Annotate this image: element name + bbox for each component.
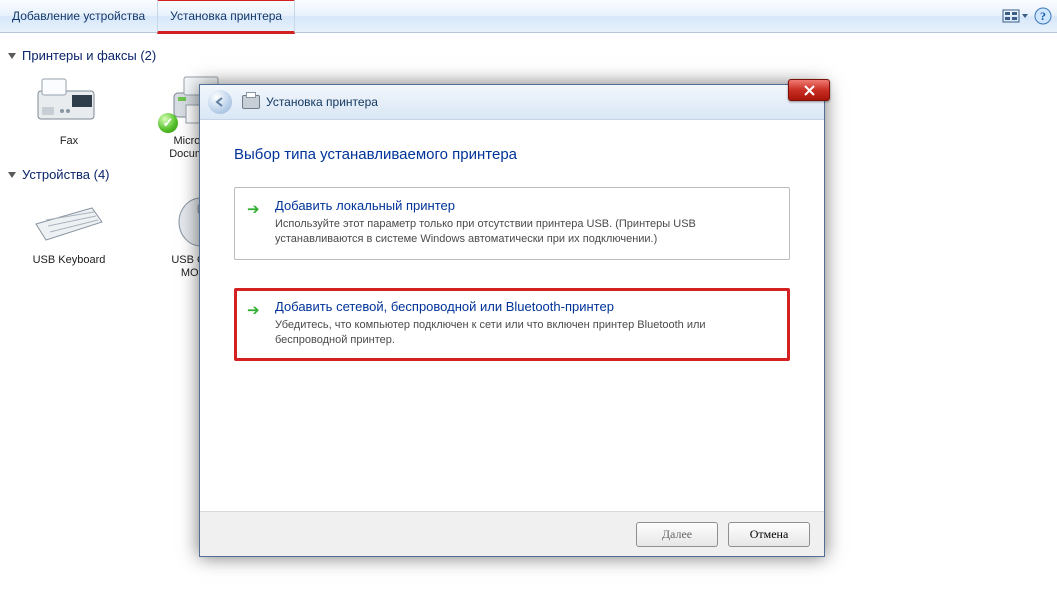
option-local-printer[interactable]: ➔ Добавить локальный принтер Используйте…: [234, 187, 790, 260]
help-button[interactable]: ?: [1029, 0, 1057, 32]
keyboard-icon: [32, 190, 106, 248]
group-title: Принтеры и факсы (2): [22, 48, 156, 63]
collapse-icon: [8, 172, 16, 178]
view-options-button[interactable]: [1001, 0, 1029, 32]
arrow-left-icon: [214, 96, 226, 108]
collapse-icon: [8, 53, 16, 59]
dialog-footer: Далее Отмена: [200, 511, 824, 556]
cancel-button[interactable]: Отмена: [728, 522, 810, 547]
group-title: Устройства (4): [22, 167, 110, 182]
printer-icon: [242, 95, 260, 109]
option-title: Добавить сетевой, беспроводной или Bluet…: [275, 299, 775, 314]
chevron-down-icon: [1022, 14, 1028, 18]
dialog-header: Установка принтера: [200, 85, 824, 120]
option-desc: Убедитесь, что компьютер подключен к сет…: [275, 318, 775, 348]
arrow-right-icon: ➔: [247, 200, 260, 218]
group-header[interactable]: Принтеры и факсы (2): [8, 48, 1043, 63]
close-icon: [804, 85, 815, 96]
arrow-right-icon: ➔: [247, 301, 260, 319]
add-printer-wizard: Установка принтера Выбор типа устанавлив…: [199, 84, 825, 557]
device-fax[interactable]: Fax: [20, 71, 118, 161]
view-icon: [1003, 10, 1019, 22]
default-check-icon: ✓: [158, 113, 178, 133]
cmd-add-device[interactable]: Добавление устройства: [0, 0, 157, 32]
device-label: Fax: [20, 135, 118, 148]
device-label: USB Keyboard: [20, 254, 118, 267]
next-button: Далее: [636, 522, 718, 547]
dialog-heading: Выбор типа устанавливаемого принтера: [234, 146, 790, 163]
device-keyboard[interactable]: USB Keyboard: [20, 190, 118, 280]
help-icon: ?: [1034, 7, 1052, 25]
close-button[interactable]: [788, 79, 830, 101]
fax-icon: [32, 71, 106, 129]
option-title: Добавить локальный принтер: [275, 198, 775, 213]
svg-text:?: ?: [1040, 9, 1046, 23]
cmd-add-printer[interactable]: Установка принтера: [157, 0, 295, 34]
dialog-title: Установка принтера: [242, 95, 378, 109]
dialog-body: Выбор типа устанавливаемого принтера ➔ Д…: [200, 120, 824, 361]
command-bar: Добавление устройства Установка принтера…: [0, 0, 1057, 33]
back-button[interactable]: [208, 90, 232, 114]
option-network-printer[interactable]: ➔ Добавить сетевой, беспроводной или Blu…: [234, 288, 790, 361]
option-desc: Используйте этот параметр только при отс…: [275, 217, 775, 247]
